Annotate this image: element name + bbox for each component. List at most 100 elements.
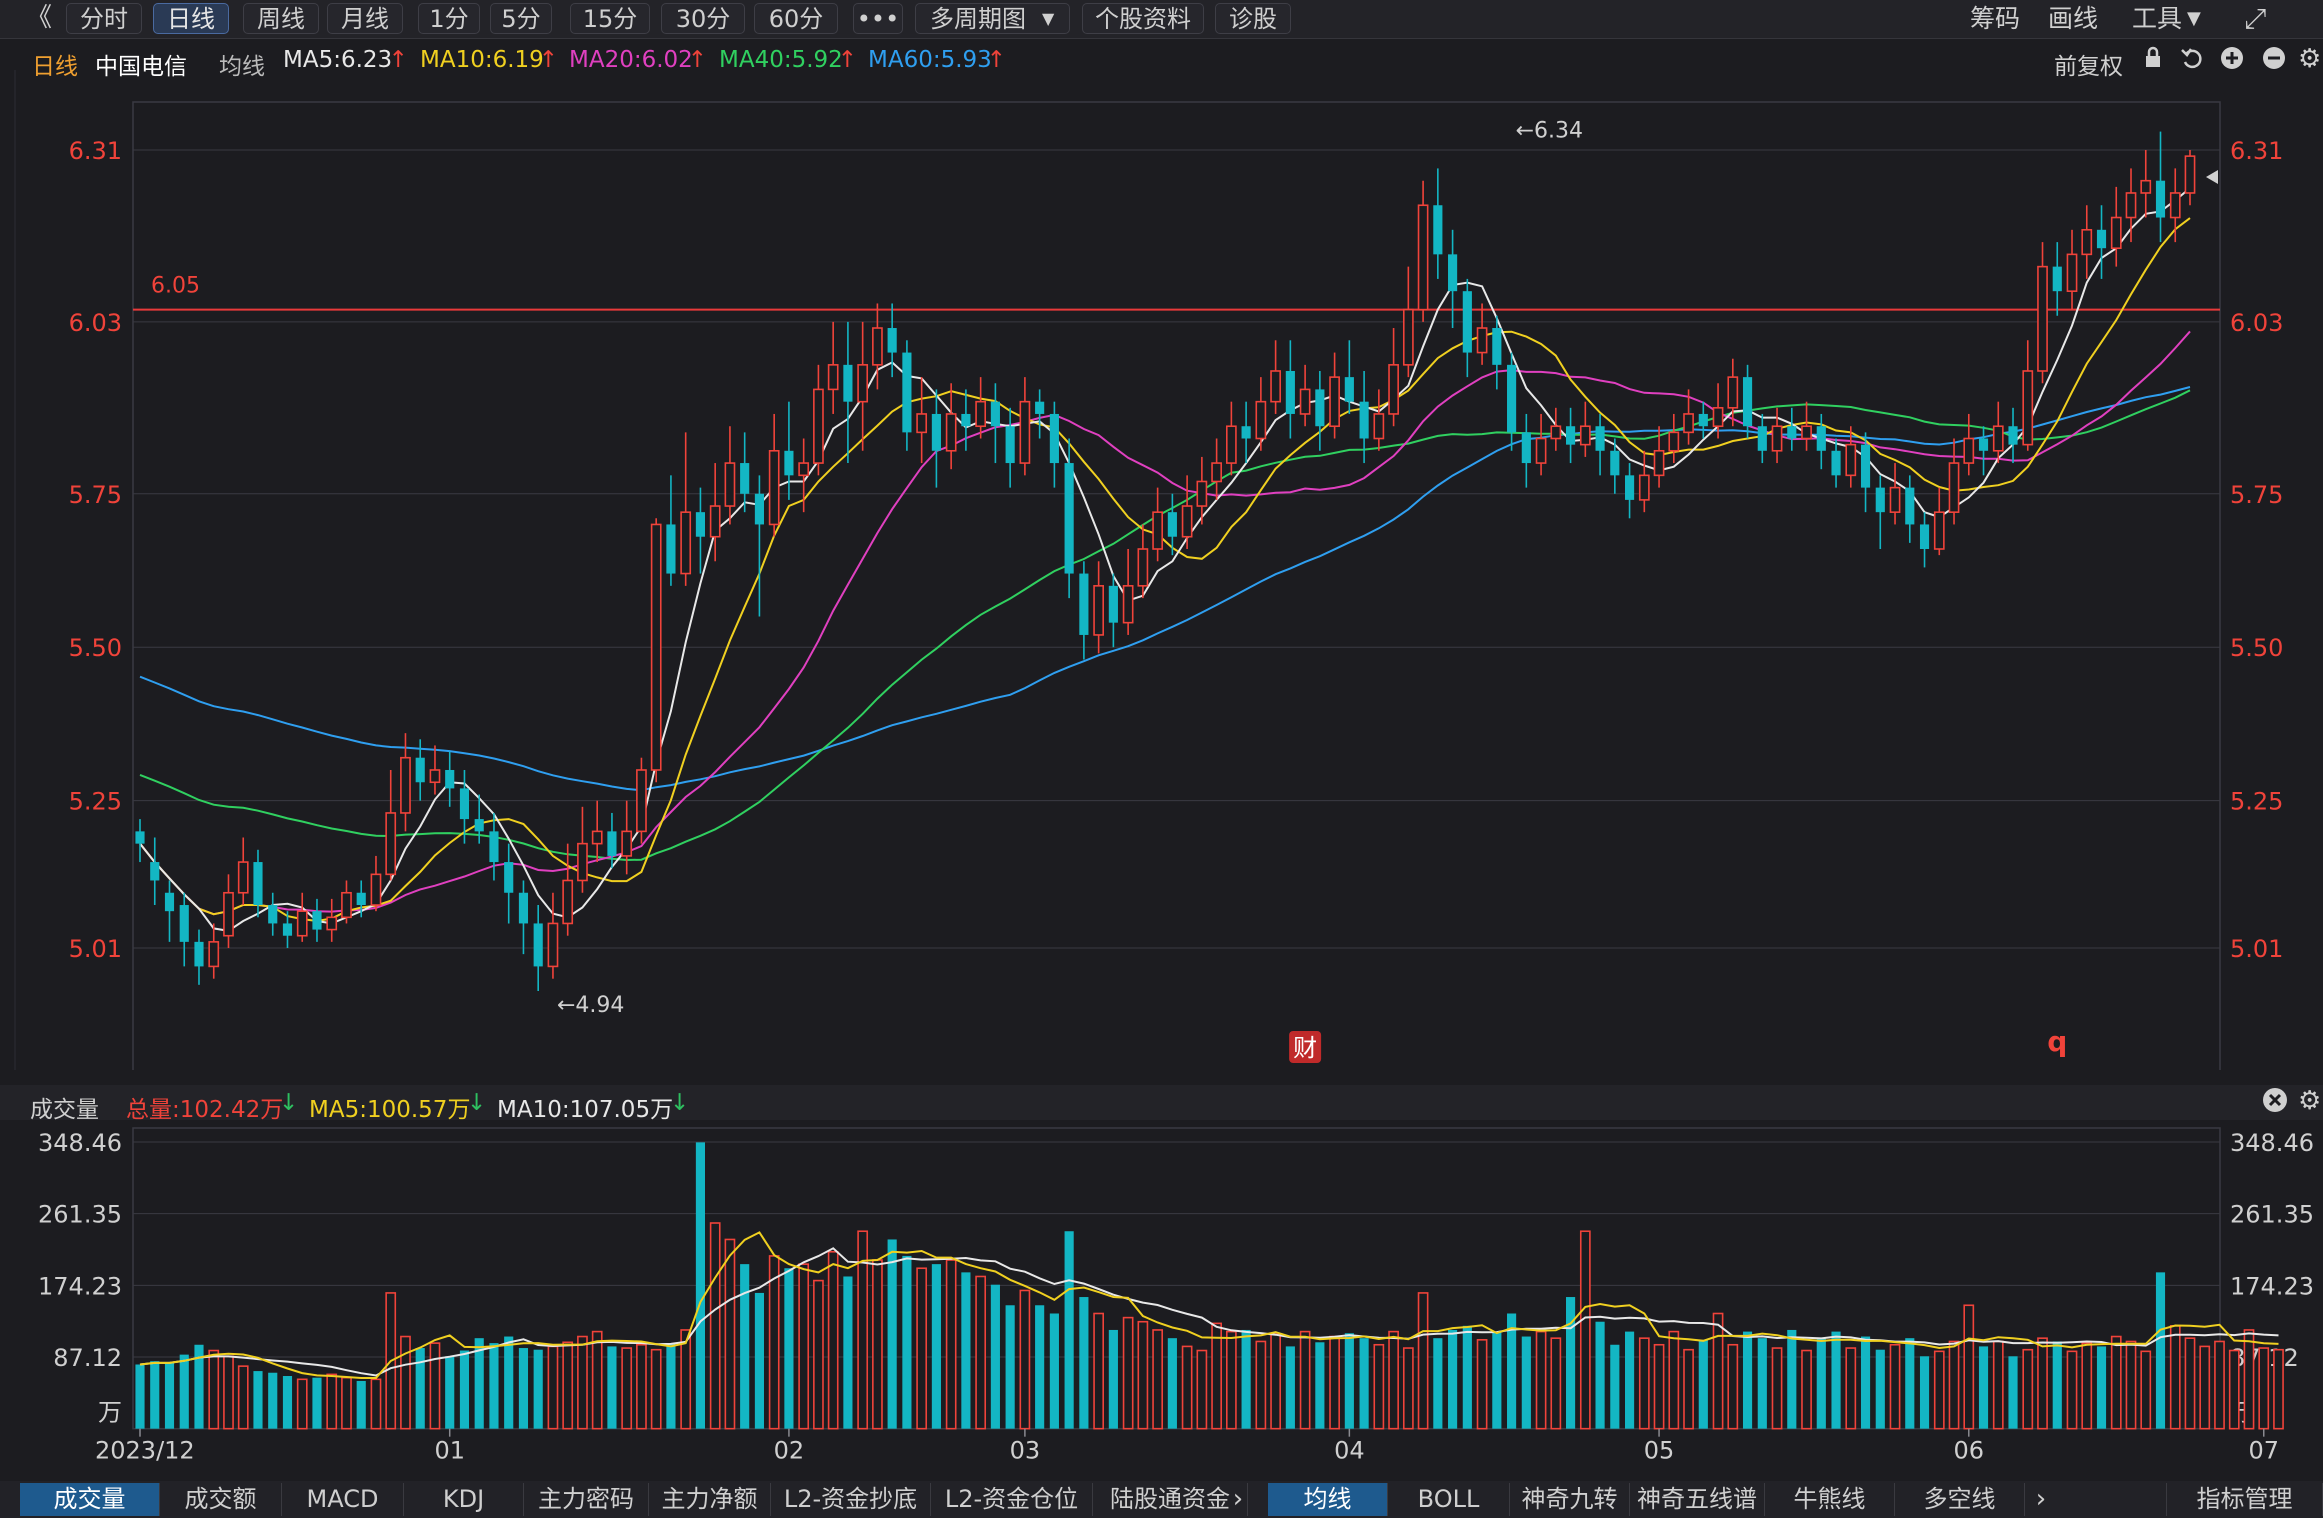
candle-body: [2110, 216, 2122, 250]
volume-bar: [1019, 1289, 1031, 1430]
candle-body: [740, 463, 750, 494]
volume-bar: [2169, 1325, 2181, 1430]
volume-bar: [1889, 1343, 1901, 1430]
volume-bar: [150, 1361, 160, 1429]
candle-body: [843, 364, 853, 402]
overlay-tab-0[interactable]: 均线: [1268, 1483, 1388, 1516]
tab-15min[interactable]: 15分: [570, 3, 650, 34]
tab-30min[interactable]: 30分: [661, 3, 745, 34]
fullscreen-icon[interactable]: ⤢: [2244, 3, 2266, 34]
candle-body: [1049, 413, 1059, 464]
candle-body: [1638, 474, 1650, 501]
tab-1min[interactable]: 1分: [418, 3, 480, 34]
candle-body: [1535, 437, 1547, 464]
collapse-button[interactable]: 《: [26, 3, 52, 34]
candle-body: [784, 450, 794, 476]
tab-daily[interactable]: 日线: [153, 3, 229, 34]
indicator-tab-6[interactable]: L2-资金抄底: [771, 1483, 931, 1516]
candle-body: [798, 462, 810, 477]
candle-body: [1566, 426, 1576, 445]
volume-bar: [1492, 1331, 1502, 1429]
candle-body: [1181, 505, 1193, 538]
candle-body: [1889, 486, 1901, 513]
volume-bar: [1388, 1330, 1399, 1430]
volume-bar: [2228, 1349, 2240, 1430]
volume-bar: [1299, 1330, 1311, 1430]
candle-body: [2155, 180, 2166, 218]
tabs-right-arrow-icon[interactable]: ›: [2026, 1483, 2056, 1516]
volume-settings-gear-icon[interactable]: ⚙: [2298, 1086, 2321, 1116]
candle-body: [459, 788, 470, 820]
candle-body: [1579, 425, 1591, 446]
x-tick-label: 07: [2248, 1437, 2279, 1465]
volume-bar: [1137, 1320, 1149, 1430]
indicator-tab-5[interactable]: 主力净额: [649, 1483, 771, 1516]
candle-body: [990, 401, 1000, 427]
x-tick-label: 03: [1010, 1437, 1041, 1465]
x-tick-label: 04: [1334, 1437, 1365, 1465]
chip-button[interactable]: 筹码: [1970, 3, 2020, 34]
volume-bar: [931, 1264, 941, 1429]
overlay-tab-2[interactable]: 神奇九转: [1510, 1483, 1630, 1516]
candle-body: [282, 923, 293, 936]
volume-bar: [666, 1343, 676, 1429]
volume-unit-left: 万: [98, 1398, 122, 1426]
tabs-left-arrow-icon[interactable]: ›: [1223, 1483, 1253, 1516]
volume-bar: [326, 1373, 338, 1430]
volume-bar: [356, 1380, 366, 1429]
volume-bar: [1579, 1230, 1591, 1430]
volume-bar: [312, 1377, 322, 1429]
candle-body: [1683, 413, 1694, 434]
volume-bar: [650, 1348, 662, 1430]
indicator-manage-button[interactable]: 指标管理: [2166, 1483, 2323, 1516]
candle-body: [1359, 401, 1369, 439]
indicator-tab-0[interactable]: 成交量: [20, 1483, 160, 1516]
overlay-tab-3[interactable]: 神奇五线谱: [1630, 1483, 1765, 1516]
indicator-tab-1[interactable]: 成交额: [160, 1483, 282, 1516]
volume-bar: [296, 1378, 308, 1430]
volume-bar: [607, 1346, 617, 1429]
more-periods-button[interactable]: •••: [853, 3, 903, 34]
candle-body: [1373, 413, 1385, 440]
tools-button[interactable]: 工具: [2132, 3, 2182, 34]
volume-bar: [1638, 1337, 1650, 1430]
indicator-tab-7[interactable]: L2-资金仓位: [931, 1483, 1093, 1516]
stock-profile-button[interactable]: 个股资料: [1082, 3, 1204, 34]
candle-body: [1152, 511, 1163, 550]
candle-body: [1963, 437, 1975, 464]
volume-chart[interactable]: 87.1287.12174.23174.23261.35261.35348.46…: [0, 1120, 2323, 1482]
volume-bar: [1963, 1304, 1975, 1430]
volume-bar: [2258, 1347, 2270, 1430]
overlay-tab-1[interactable]: BOLL: [1388, 1483, 1510, 1516]
tab-fenshi[interactable]: 分时: [66, 3, 142, 34]
candle-body: [1448, 254, 1458, 292]
tab-5min[interactable]: 5分: [490, 3, 552, 34]
multi-period-dropdown-icon[interactable]: ▼: [1042, 3, 1054, 34]
volume-bar: [562, 1341, 574, 1430]
candle-body: [445, 769, 455, 789]
candle-body: [1698, 413, 1708, 427]
indicator-tab-3[interactable]: KDJ: [404, 1483, 524, 1516]
overlay-tab-4[interactable]: 牛熊线: [1765, 1483, 1895, 1516]
price-tick-left: 5.25: [69, 788, 122, 816]
price-chart[interactable]: 5.01 5.01 5.25 5.25 5.50 5.50 5.75 5.75 6.03 6.03…: [0, 70, 2323, 1070]
indicator-tab-4[interactable]: 主力密码: [524, 1483, 649, 1516]
volume-bar: [1079, 1297, 1089, 1429]
volume-bar: [1181, 1345, 1193, 1430]
candle-body: [1742, 377, 1753, 427]
overlay-tab-5[interactable]: 多空线: [1895, 1483, 2025, 1516]
candle-body: [1978, 438, 1989, 451]
volume-bar: [1757, 1338, 1767, 1429]
draw-line-button[interactable]: 画线: [2048, 3, 2098, 34]
tab-weekly[interactable]: 周线: [243, 3, 319, 34]
close-volume-icon[interactable]: [2262, 1087, 2288, 1119]
tab-monthly[interactable]: 月线: [327, 3, 403, 34]
indicator-tab-2[interactable]: MACD: [282, 1483, 404, 1516]
tab-60min[interactable]: 60分: [754, 3, 838, 34]
volume-ma10: MA10:107.05万: [497, 1097, 674, 1123]
volume-bar: [577, 1335, 588, 1430]
q-marker: q: [2047, 1025, 2067, 1058]
tools-dropdown-icon[interactable]: ▼: [2187, 3, 2201, 34]
volume-tick-right: 348.46: [2230, 1129, 2314, 1157]
diagnose-button[interactable]: 诊股: [1215, 3, 1291, 34]
